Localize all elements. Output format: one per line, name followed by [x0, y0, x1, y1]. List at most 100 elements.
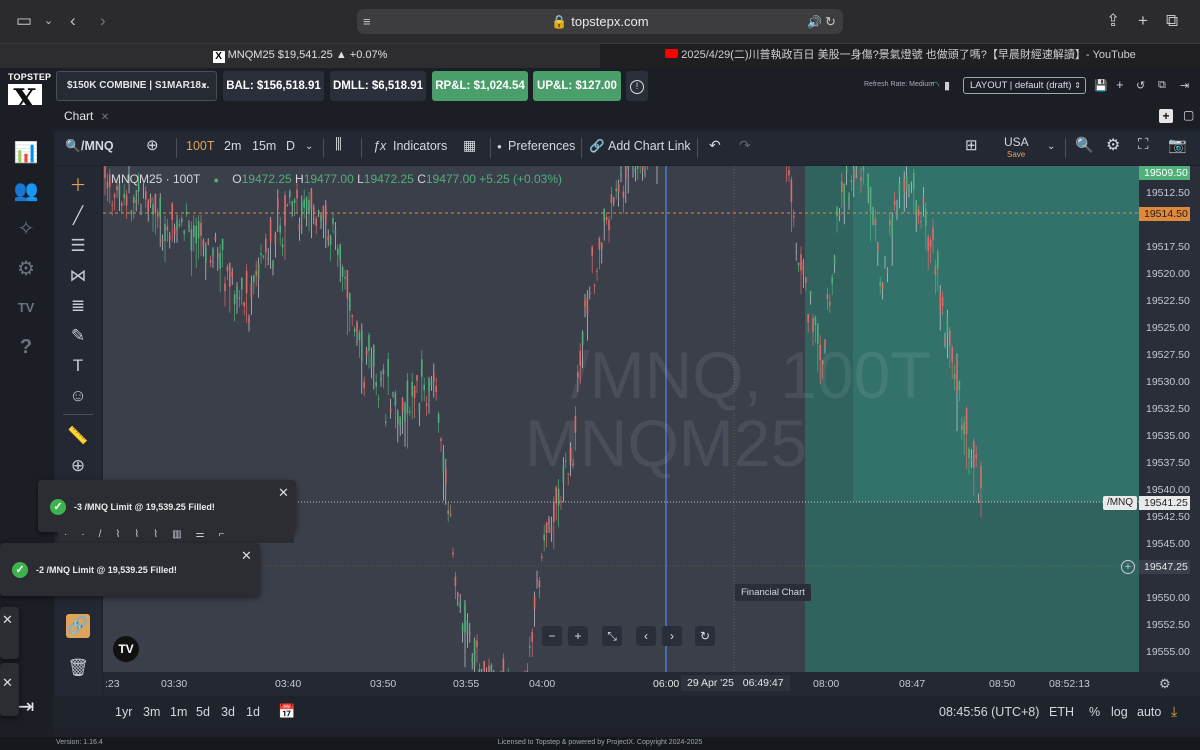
- zoom-out-button[interactable]: −: [542, 626, 562, 646]
- tab-overview-icon[interactable]: ⧉: [1166, 10, 1178, 32]
- layout-select[interactable]: LAYOUT | default (draft) ⇕: [963, 77, 1086, 94]
- compare-add-icon[interactable]: ⊕: [146, 136, 159, 154]
- range-3m[interactable]: 3m: [143, 705, 160, 719]
- chevron-down-icon[interactable]: ⌄: [1047, 141, 1055, 152]
- new-tab-icon[interactable]: +: [1138, 10, 1148, 32]
- interval-100t[interactable]: 100T: [186, 139, 215, 153]
- reset-chart-button[interactable]: ↻: [695, 626, 715, 646]
- share-icon[interactable]: ⇪: [1106, 10, 1120, 32]
- emoji-icon[interactable]: ☺: [66, 384, 90, 408]
- fullscreen-icon[interactable]: ⛶: [1138, 136, 1149, 153]
- pattern-icon[interactable]: ⋈: [66, 264, 90, 288]
- zoom-in-icon[interactable]: ⊕: [66, 454, 90, 478]
- browser-tab-active[interactable]: X MNQM25 $19,541.25 ▲ +0.07%: [0, 44, 600, 68]
- scroll-left-button[interactable]: ‹: [636, 626, 656, 646]
- chevron-down-icon[interactable]: ⌄: [305, 141, 313, 152]
- interval-2m[interactable]: 2m: [224, 139, 241, 153]
- candle-body: [413, 386, 416, 398]
- calendar-goto-icon[interactable]: 📅: [278, 703, 295, 720]
- fit-icon[interactable]: ⤡: [602, 626, 622, 646]
- range-5d[interactable]: 5d: [196, 705, 210, 719]
- info-button[interactable]: !: [626, 71, 648, 101]
- scale-adjust-icon[interactable]: ⤓: [1171, 703, 1177, 720]
- tradingview-logo-icon[interactable]: TV: [113, 636, 139, 662]
- community-icon[interactable]: 👥: [12, 177, 40, 205]
- range-3d[interactable]: 3d: [221, 705, 235, 719]
- camera-icon[interactable]: 📷: [1168, 136, 1187, 154]
- auto-toggle[interactable]: auto: [1137, 705, 1161, 719]
- reset-icon[interactable]: ↺: [1136, 79, 1145, 92]
- legend-open: 19472.25: [241, 172, 292, 186]
- indicators-button[interactable]: Indicators: [393, 139, 447, 153]
- close-icon[interactable]: ✕: [2, 675, 13, 691]
- horizontal-lines-icon[interactable]: ☰: [66, 234, 90, 258]
- interval-d[interactable]: D: [286, 139, 295, 153]
- close-icon[interactable]: ✕: [2, 612, 13, 628]
- settings-icon[interactable]: ⚙: [1106, 135, 1120, 155]
- session-toggle[interactable]: ETH: [1049, 705, 1074, 719]
- account-select[interactable]: $150K COMBINE | S1MAR18... ▼: [56, 71, 217, 101]
- range-1d[interactable]: 1d: [246, 705, 260, 719]
- maximize-icon[interactable]: ▢: [1183, 108, 1194, 122]
- candle-body: [617, 183, 620, 194]
- reload-icon[interactable]: ↻: [825, 11, 836, 33]
- tab-chart[interactable]: Chart ✕: [64, 109, 109, 123]
- trend-line-icon[interactable]: ╱: [66, 204, 90, 228]
- zoom-search-icon[interactable]: 🔍: [1075, 136, 1094, 154]
- range-1m[interactable]: 1m: [170, 705, 187, 719]
- add-chart-link-button[interactable]: Add Chart Link: [608, 139, 691, 153]
- redo-icon[interactable]: ↷: [739, 137, 751, 154]
- layout-grid-icon[interactable]: ⊞: [965, 136, 978, 154]
- trash-icon[interactable]: 🗑: [66, 656, 90, 680]
- crosshair-icon[interactable]: ＋: [66, 174, 90, 198]
- axis-settings-icon[interactable]: ⚙: [1159, 676, 1171, 692]
- add-order-icon[interactable]: +: [1121, 560, 1135, 574]
- add-panel-icon[interactable]: +: [1159, 109, 1173, 123]
- chart-plot[interactable]: /MNQ, 100T MNQM25 MNQM25 · 100T ● O19472…: [103, 166, 1139, 672]
- logout-icon[interactable]: ⇥: [1180, 79, 1189, 92]
- interval-15m[interactable]: 15m: [252, 139, 276, 153]
- save-layout-icon[interactable]: 💾: [1094, 79, 1108, 92]
- candle-body: [389, 408, 392, 413]
- text-icon[interactable]: T: [66, 354, 90, 378]
- search-icon[interactable]: 🔍: [65, 139, 81, 154]
- fx-icon[interactable]: ƒx: [373, 139, 386, 153]
- forward-icon[interactable]: ›: [100, 10, 106, 32]
- percent-toggle[interactable]: %: [1089, 705, 1100, 719]
- brush-icon[interactable]: ✎: [66, 324, 90, 348]
- sparkle-chart-icon[interactable]: ✧: [12, 215, 40, 243]
- undo-icon[interactable]: ↶: [709, 137, 721, 154]
- price-label: 19550.00: [1146, 592, 1190, 604]
- link-icon[interactable]: 🔗: [589, 139, 605, 154]
- fib-icon[interactable]: ≣: [66, 294, 90, 318]
- chart-icon[interactable]: 📊: [12, 139, 40, 167]
- time-axis[interactable]: :23 03:30 03:40 03:50 03:55 04:00 06:00 …: [103, 672, 1200, 696]
- ruler-icon[interactable]: 📏: [66, 424, 90, 448]
- add-icon[interactable]: +: [1116, 77, 1124, 92]
- close-icon[interactable]: ✕: [278, 485, 289, 501]
- updown-caret-icon: ⇕: [1074, 81, 1081, 90]
- popout-icon[interactable]: ⧉: [1158, 79, 1166, 92]
- clock[interactable]: 08:45:56 (UTC+8): [939, 705, 1039, 719]
- chevron-down-icon[interactable]: ⌄: [44, 10, 53, 32]
- close-icon[interactable]: ✕: [241, 548, 252, 564]
- back-icon[interactable]: ‹: [70, 10, 76, 32]
- preferences-button[interactable]: Preferences: [508, 139, 575, 153]
- sidebar-toggle-icon[interactable]: ▭: [16, 10, 32, 32]
- log-toggle[interactable]: log: [1111, 705, 1128, 719]
- address-bar[interactable]: ≡ 🔒 topstepx.com 🔊 ↻: [357, 9, 843, 34]
- close-icon[interactable]: ✕: [101, 112, 109, 123]
- zoom-in-button[interactable]: +: [568, 626, 588, 646]
- settings-icon[interactable]: ⚙: [12, 255, 40, 283]
- browser-tab-youtube[interactable]: 2025/4/29(二)川普執政百日 美股一身傷?景氣燈號 也做頭了嗎?【早晨財…: [601, 44, 1200, 68]
- audio-icon[interactable]: 🔊: [807, 11, 822, 33]
- range-1yr[interactable]: 1yr: [115, 705, 132, 719]
- tradingview-icon[interactable]: TV: [12, 294, 40, 322]
- candle-type-icon[interactable]: ⫼: [335, 136, 342, 153]
- link-drawings-icon[interactable]: 🔗: [66, 614, 90, 638]
- scroll-right-button[interactable]: ›: [662, 626, 682, 646]
- templates-icon[interactable]: ▦: [463, 137, 476, 154]
- symbol-search-input[interactable]: /MNQ: [81, 139, 114, 153]
- help-icon[interactable]: ?: [12, 333, 40, 361]
- region-select[interactable]: USA: [1004, 135, 1029, 149]
